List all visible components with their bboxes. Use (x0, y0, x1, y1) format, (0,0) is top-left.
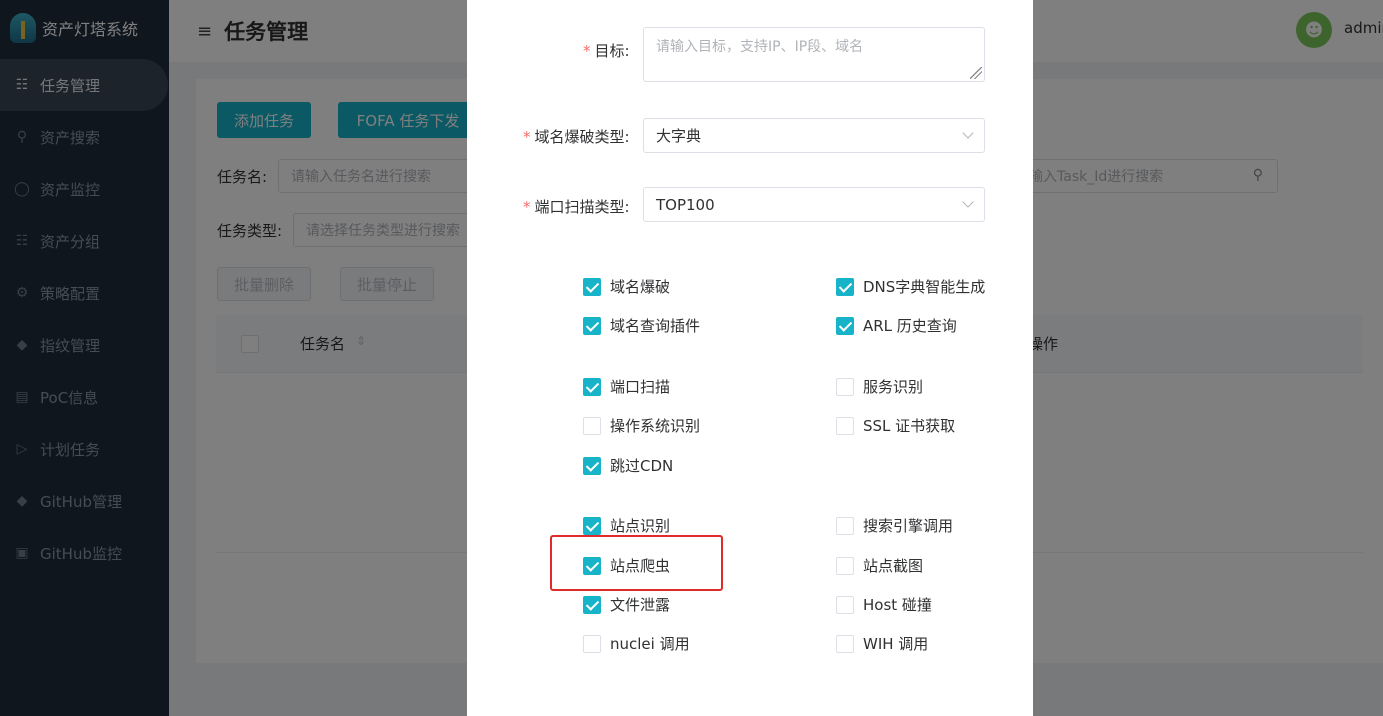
option-skip-cdn[interactable]: 跳过CDN (583, 455, 673, 476)
target-placeholder: 请输入目标，支持IP、IP段、域名 (656, 39, 864, 55)
checkbox[interactable] (836, 377, 854, 396)
checkbox[interactable] (583, 416, 601, 435)
domain-brute-type-label-text: 域名爆破类型: (534, 128, 630, 146)
port-scan-type-label: * 端口扫描类型: (523, 196, 630, 217)
checkbox[interactable] (583, 316, 601, 335)
checkbox[interactable] (583, 516, 601, 535)
required-mark: * (583, 42, 591, 60)
option-site-screenshot[interactable]: 站点截图 (836, 555, 923, 576)
resize-handle-icon[interactable] (970, 67, 982, 79)
option-arl-history[interactable]: ARL 历史查询 (836, 315, 957, 336)
option-os-detect[interactable]: 操作系统识别 (583, 415, 700, 436)
target-label-text: 目标: (594, 42, 630, 60)
required-mark: * (523, 198, 531, 216)
checkbox[interactable] (583, 634, 601, 653)
domain-brute-type-value: 大字典 (656, 127, 702, 145)
option-label: 域名查询插件 (610, 317, 701, 335)
domain-brute-type-select[interactable]: 大字典 (643, 118, 985, 153)
chevron-down-icon (962, 127, 974, 139)
option-label: 端口扫描 (610, 378, 671, 396)
checkbox[interactable] (836, 516, 854, 535)
option-label: nuclei 调用 (610, 635, 690, 653)
option-label: 服务识别 (863, 378, 924, 396)
chevron-down-icon (962, 196, 974, 208)
checkbox[interactable] (836, 316, 854, 335)
option-file-leak[interactable]: 文件泄露 (583, 594, 670, 615)
checkbox[interactable] (836, 595, 854, 614)
option-label: 域名爆破 (610, 278, 671, 296)
option-label: 站点识别 (610, 517, 671, 535)
port-scan-type-select[interactable]: TOP100 (643, 187, 985, 222)
option-site-identify[interactable]: 站点识别 (583, 515, 670, 536)
option-label: SSL 证书获取 (863, 417, 956, 435)
option-label: 文件泄露 (610, 596, 671, 614)
checkbox[interactable] (583, 377, 601, 396)
domain-brute-type-label: * 域名爆破类型: (523, 126, 630, 147)
port-scan-type-label-text: 端口扫描类型: (534, 198, 630, 216)
option-service-detect[interactable]: 服务识别 (836, 376, 923, 397)
option-search-engine[interactable]: 搜索引擎调用 (836, 515, 953, 536)
option-port-scan[interactable]: 端口扫描 (583, 376, 670, 397)
option-label: WIH 调用 (863, 635, 929, 653)
target-label: * 目标: (583, 40, 630, 61)
option-label: 搜索引擎调用 (863, 517, 954, 535)
option-ssl-cert[interactable]: SSL 证书获取 (836, 415, 955, 436)
checkbox[interactable] (583, 277, 601, 296)
option-domain-query-plugin[interactable]: 域名查询插件 (583, 315, 700, 336)
option-label: DNS字典智能生成 (863, 278, 986, 296)
checkbox[interactable] (836, 556, 854, 575)
checkbox[interactable] (583, 595, 601, 614)
add-task-dialog: * 目标: 请输入目标，支持IP、IP段、域名 * 域名爆破类型: 大字典 * 端口扫… (467, 0, 1033, 716)
target-textarea[interactable]: 请输入目标，支持IP、IP段、域名 (643, 27, 985, 82)
option-label: 操作系统识别 (610, 417, 701, 435)
checkbox[interactable] (836, 277, 854, 296)
option-label: 站点截图 (863, 557, 924, 575)
option-host-collision[interactable]: Host 碰撞 (836, 594, 932, 615)
option-wih[interactable]: WIH 调用 (836, 633, 928, 654)
port-scan-type-value: TOP100 (656, 195, 715, 214)
checkbox[interactable] (836, 634, 854, 653)
option-label: Host 碰撞 (863, 596, 932, 614)
option-domain-brute[interactable]: 域名爆破 (583, 276, 670, 297)
option-nuclei[interactable]: nuclei 调用 (583, 633, 690, 654)
option-label: 跳过CDN (610, 457, 674, 475)
required-mark: * (523, 128, 531, 146)
highlight-box (550, 535, 723, 591)
option-dns-dict-gen[interactable]: DNS字典智能生成 (836, 276, 985, 297)
checkbox[interactable] (836, 416, 854, 435)
option-label: ARL 历史查询 (863, 317, 957, 335)
checkbox[interactable] (583, 456, 601, 475)
